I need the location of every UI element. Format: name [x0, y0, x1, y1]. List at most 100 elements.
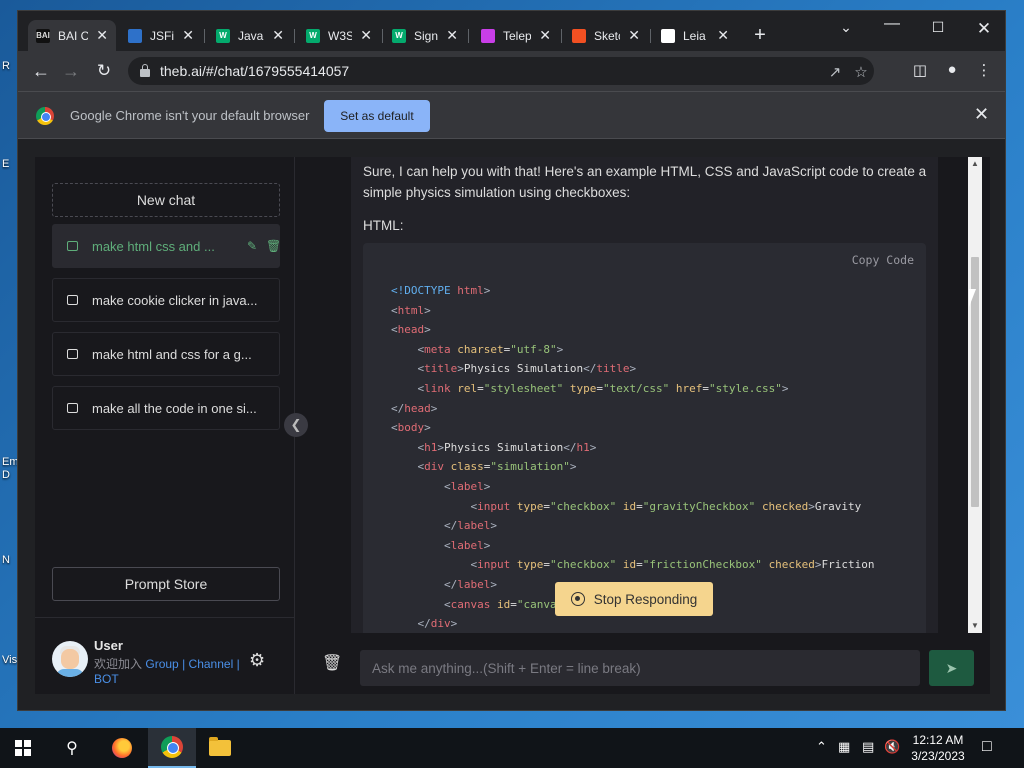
lock-icon[interactable]: [140, 64, 150, 77]
chat-main: Sure, I can help you with that! Here's a…: [296, 157, 990, 694]
address-bar[interactable]: theb.ai/#/chat/1679555414057 ↗ ☆: [128, 57, 874, 85]
tab-close-icon[interactable]: ✕: [717, 27, 729, 44]
chat-bubble-icon: [67, 349, 78, 359]
forward-button[interactable]: →: [60, 61, 82, 81]
maximize-button[interactable]: ☐: [928, 19, 948, 36]
search-icon[interactable]: ⚲: [48, 728, 96, 768]
message-text: Sure, I can help you with that! Here's a…: [363, 164, 927, 200]
browser-tab[interactable]: W Java ✕: [208, 20, 292, 51]
reload-button[interactable]: ↻: [93, 61, 115, 81]
menu-kebab-icon[interactable]: ⋮: [974, 61, 994, 79]
group-link[interactable]: Group: [145, 657, 178, 671]
new-tab-button[interactable]: +: [750, 25, 770, 45]
code-block: Copy Code <!DOCTYPE html> <html> <head> …: [363, 243, 926, 633]
tab-separator: [204, 29, 205, 43]
bookmark-star-icon[interactable]: ☆: [852, 63, 870, 81]
send-button[interactable]: ➤: [929, 650, 974, 686]
channel-link[interactable]: Channel: [189, 657, 234, 671]
chat-list-item[interactable]: make cookie clicker in java...: [52, 278, 280, 322]
taskbar: ⚲ ⌃ ▦ ▤ 🔇 12:12 AM 3/23/2023 □: [0, 728, 1024, 768]
tab-separator: [650, 29, 651, 43]
infobar-message: Google Chrome isn't your default browser: [70, 108, 310, 123]
url-text: theb.ai/#/chat/1679555414057: [160, 63, 350, 79]
avatar-shirt: [56, 669, 84, 677]
desktop-label-em[interactable]: Em D: [2, 456, 18, 484]
browser-tab[interactable]: W Sign ✕: [384, 20, 466, 51]
browser-tab[interactable]: Telep ✕: [473, 20, 559, 51]
scroll-up-arrow[interactable]: ▲: [968, 157, 982, 171]
infobar-close-icon[interactable]: ✕: [974, 104, 989, 125]
taskbar-firefox[interactable]: [98, 728, 146, 768]
new-chat-button[interactable]: New chat: [52, 183, 280, 217]
tab-close-icon[interactable]: ✕: [446, 27, 458, 44]
chat-list-item[interactable]: make html css and ... ✎ 🗑: [52, 224, 281, 268]
taskbar-file-explorer[interactable]: [196, 728, 244, 768]
avatar-face: [61, 649, 79, 669]
tab-favicon-icon: BAI: [36, 28, 50, 43]
minimize-button[interactable]: —: [882, 15, 902, 33]
collapse-sidebar-button[interactable]: ❮: [284, 413, 308, 437]
back-button[interactable]: ←: [30, 61, 52, 81]
profile-icon[interactable]: ●: [942, 61, 962, 78]
chat-bubble-icon: [67, 295, 78, 305]
prompt-store-button[interactable]: Prompt Store: [52, 567, 280, 601]
tab-separator: [294, 29, 295, 43]
share-icon[interactable]: ↗: [826, 63, 844, 81]
edit-icon[interactable]: ✎: [246, 239, 258, 253]
tray-security-icon[interactable]: ▦: [838, 739, 850, 755]
tray-volume-icon[interactable]: 🔇: [884, 739, 900, 755]
tray-chevron-icon[interactable]: ⌃: [816, 739, 827, 755]
bot-link[interactable]: BOT: [94, 672, 119, 686]
chat-list-item[interactable]: make html and css for a g...: [52, 332, 280, 376]
message-scrollbar[interactable]: ▲ ▼: [968, 157, 982, 633]
chat-app: New chat make html css and ... ✎ 🗑 make …: [35, 157, 990, 694]
browser-tab[interactable]: Sketc ✕: [564, 20, 648, 51]
tab-separator: [561, 29, 562, 43]
tray-network-icon[interactable]: ▤: [862, 739, 874, 755]
tab-search-icon[interactable]: ⌄: [836, 19, 856, 36]
tab-close-icon[interactable]: ✕: [628, 27, 640, 44]
set-default-button[interactable]: Set as default: [324, 100, 430, 132]
tab-favicon-icon: [661, 28, 675, 43]
copy-code-button[interactable]: Copy Code: [852, 253, 914, 267]
close-window-button[interactable]: ✕: [974, 19, 994, 39]
desktop-label-n[interactable]: N: [2, 554, 18, 566]
trash-icon[interactable]: 🗑: [266, 239, 281, 253]
settings-gear-icon[interactable]: ⚙: [249, 650, 265, 671]
desktop-label-e[interactable]: E: [2, 158, 18, 170]
desktop-label-vis[interactable]: Vis: [2, 654, 18, 666]
clear-chat-trash-icon[interactable]: 🗑: [322, 653, 342, 673]
user-subtitle: 欢迎加入 Group | Channel | BOT: [94, 657, 244, 687]
avatar[interactable]: [52, 641, 88, 677]
chat-list-item[interactable]: make all the code in one si...: [52, 386, 280, 430]
desktop-label-r[interactable]: R: [2, 60, 18, 72]
side-panel-icon[interactable]: ◫: [910, 61, 930, 79]
taskbar-chrome[interactable]: [148, 728, 196, 768]
sidebar: New chat make html css and ... ✎ 🗑 make …: [35, 157, 295, 694]
tab-close-icon[interactable]: ✕: [539, 27, 551, 44]
tab-close-icon[interactable]: ✕: [360, 27, 372, 44]
notification-icon[interactable]: □: [982, 738, 992, 756]
separator: |: [182, 657, 186, 671]
clock-time: 12:12 AM: [912, 733, 964, 747]
tab-close-icon[interactable]: ✕: [182, 27, 194, 44]
chat-bubble-icon: [67, 403, 78, 413]
tab-close-icon[interactable]: ✕: [96, 27, 108, 44]
browser-tab[interactable]: BAI BAI C ✕: [28, 20, 116, 51]
tab-favicon-icon: [128, 28, 142, 43]
tab-close-icon[interactable]: ✕: [272, 27, 284, 44]
tab-separator: [468, 29, 469, 43]
scroll-down-arrow[interactable]: ▼: [968, 619, 982, 633]
taskbar-clock[interactable]: 12:12 AM 3/23/2023: [908, 732, 968, 764]
tab-title: Leia: [683, 28, 706, 43]
windows-start-icon[interactable]: [15, 740, 31, 756]
chat-input[interactable]: [360, 650, 920, 686]
stop-responding-button[interactable]: Stop Responding: [555, 582, 713, 616]
tab-favicon-icon: [481, 28, 495, 43]
browser-tab[interactable]: W W3S ✕: [298, 20, 380, 51]
tab-favicon-icon: [572, 28, 586, 43]
tab-separator: [382, 29, 383, 43]
default-browser-infobar: Google Chrome isn't your default browser…: [18, 91, 1005, 139]
browser-tab[interactable]: Leia ✕: [653, 20, 737, 51]
browser-tab[interactable]: JSFid ✕: [120, 20, 202, 51]
